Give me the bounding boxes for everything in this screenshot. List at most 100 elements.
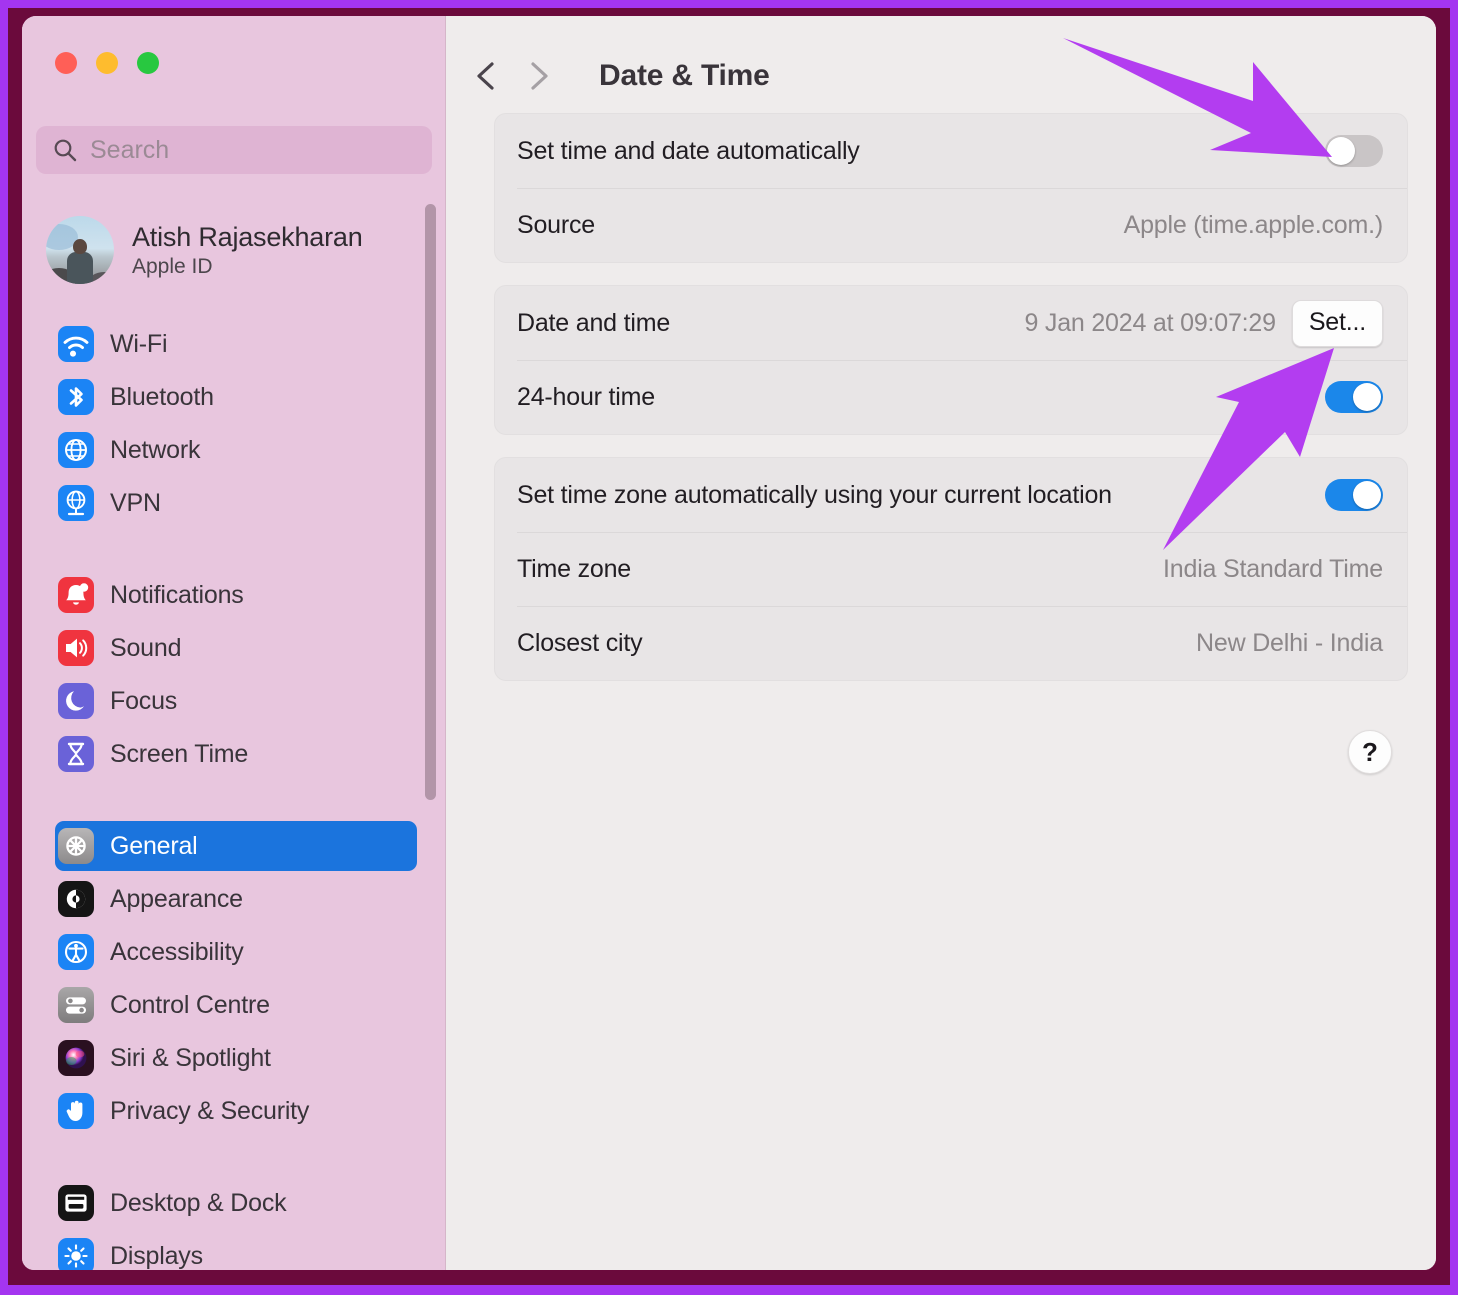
row-time-zone[interactable]: Time zone India Standard Time (495, 532, 1407, 606)
time-zone-value: India Standard Time (1163, 554, 1383, 583)
sidebar-item-label: Displays (110, 1241, 203, 1270)
row-set-time-automatically[interactable]: Set time and date automatically (495, 114, 1407, 188)
set-time-automatically-toggle[interactable] (1325, 135, 1383, 167)
sidebar-item-wi-fi[interactable]: Wi-Fi (55, 319, 417, 369)
search-icon (52, 137, 78, 163)
sidebar-item-label: Accessibility (110, 937, 244, 966)
help-button[interactable]: ? (1348, 730, 1392, 774)
gear-icon (58, 828, 94, 864)
24-hour-time-toggle[interactable] (1325, 381, 1383, 413)
sidebar-scrollbar[interactable] (425, 204, 436, 800)
row-label: Source (517, 210, 596, 239)
date-time-card: Date and time 9 Jan 2024 at 09:07:29 Set… (494, 285, 1408, 435)
sidebar-item-label: Network (110, 435, 201, 464)
network-globe-icon (58, 432, 94, 468)
sidebar-item-notifications[interactable]: Notifications (55, 570, 417, 620)
wifi-icon (58, 326, 94, 362)
sidebar-item-bluetooth[interactable]: Bluetooth (55, 372, 417, 422)
nav-group-separator (22, 782, 446, 818)
speaker-icon (58, 630, 94, 666)
sidebar-nav: Wi-Fi Bluetooth Network VPN Notifications Sou… (22, 316, 446, 1270)
sidebar-item-general[interactable]: General (55, 821, 417, 871)
sidebar-item-label: Wi-Fi (110, 329, 168, 358)
row-24-hour-time[interactable]: 24-hour time (495, 360, 1407, 434)
auto-time-zone-toggle[interactable] (1325, 479, 1383, 511)
brightness-icon (58, 1238, 94, 1270)
hand-icon (58, 1093, 94, 1129)
sidebar-item-label: Control Centre (110, 990, 270, 1019)
nav-group: General Appearance Accessibility Control Ce… (22, 821, 446, 1136)
sidebar-item-displays[interactable]: Displays (55, 1231, 417, 1270)
control-centre-icon (58, 987, 94, 1023)
row-closest-city[interactable]: Closest city New Delhi - India (495, 606, 1407, 680)
sidebar-item-desktop-dock[interactable]: Desktop & Dock (55, 1178, 417, 1228)
main-content: Date & Time Set time and date automatica… (446, 16, 1436, 1270)
toolbar: Date & Time (446, 16, 1436, 102)
set-button[interactable]: Set... (1291, 299, 1383, 347)
sidebar-item-label: Bluetooth (110, 382, 214, 411)
nav-group: Wi-Fi Bluetooth Network VPN (22, 319, 446, 528)
sidebar-item-vpn[interactable]: VPN (55, 478, 417, 528)
row-label: Time zone (517, 554, 631, 583)
closest-city-value: New Delhi - India (1196, 628, 1383, 657)
chevron-left-icon[interactable] (473, 59, 499, 93)
sidebar-item-label: Siri & Spotlight (110, 1043, 271, 1072)
minimize-button[interactable] (96, 52, 118, 74)
system-settings-window: Atish Rajasekharan Apple ID Wi-Fi Bluetoo… (22, 16, 1436, 1270)
sidebar-item-label: General (110, 831, 198, 860)
account-name: Atish Rajasekharan (132, 221, 363, 252)
row-label: 24-hour time (517, 382, 655, 411)
row-source[interactable]: Source Apple (time.apple.com.) (495, 188, 1407, 262)
moon-icon (58, 683, 94, 719)
sidebar-item-label: Privacy & Security (110, 1096, 310, 1125)
row-label: Set time zone automatically using your c… (517, 480, 1112, 509)
sidebar: Atish Rajasekharan Apple ID Wi-Fi Bluetoo… (22, 16, 446, 1270)
hourglass-icon (58, 736, 94, 772)
sidebar-item-label: Desktop & Dock (110, 1188, 287, 1217)
desktop-dock-icon (58, 1185, 94, 1221)
siri-icon (58, 1040, 94, 1076)
source-value: Apple (time.apple.com.) (1123, 210, 1384, 239)
sidebar-item-sound[interactable]: Sound (55, 623, 417, 673)
time-zone-card: Set time zone automatically using your c… (494, 457, 1408, 681)
nav-group-separator (22, 1139, 446, 1175)
screenshot-frame: Atish Rajasekharan Apple ID Wi-Fi Bluetoo… (0, 0, 1458, 1295)
apple-id-account-row[interactable]: Atish Rajasekharan Apple ID (46, 216, 426, 284)
accessibility-icon (58, 934, 94, 970)
sidebar-item-label: Focus (110, 686, 178, 715)
sidebar-item-siri-spotlight[interactable]: Siri & Spotlight (55, 1033, 417, 1083)
sidebar-item-label: VPN (110, 488, 161, 517)
row-date-and-time[interactable]: Date and time 9 Jan 2024 at 09:07:29 Set… (495, 286, 1407, 360)
row-label: Set time and date automatically (517, 136, 860, 165)
sidebar-item-privacy-security[interactable]: Privacy & Security (55, 1086, 417, 1136)
sidebar-item-focus[interactable]: Focus (55, 676, 417, 726)
row-label: Date and time (517, 308, 671, 337)
search-field[interactable] (36, 126, 432, 174)
sidebar-item-label: Appearance (110, 884, 243, 913)
row-label: Closest city (517, 628, 643, 657)
avatar (46, 216, 114, 284)
vpn-globe-icon (58, 485, 94, 521)
sidebar-item-label: Screen Time (110, 739, 249, 768)
nav-group-separator (22, 531, 446, 567)
close-button[interactable] (55, 52, 77, 74)
search-input[interactable] (90, 135, 390, 165)
auto-time-card: Set time and date automatically Source A… (494, 113, 1408, 263)
bell-icon (58, 577, 94, 613)
maximize-button[interactable] (137, 52, 159, 74)
bluetooth-icon (58, 379, 94, 415)
window-controls (55, 52, 159, 74)
sidebar-item-control-centre[interactable]: Control Centre (55, 980, 417, 1030)
date-time-value: 9 Jan 2024 at 09:07:29 (1024, 308, 1276, 337)
row-auto-time-zone[interactable]: Set time zone automatically using your c… (495, 458, 1407, 532)
chevron-right-icon[interactable] (525, 59, 551, 93)
sidebar-item-appearance[interactable]: Appearance (55, 874, 417, 924)
sidebar-item-accessibility[interactable]: Accessibility (55, 927, 417, 977)
page-title: Date & Time (599, 59, 770, 92)
nav-group: Desktop & Dock Displays (22, 1178, 446, 1270)
sidebar-item-screen-time[interactable]: Screen Time (55, 729, 417, 779)
appearance-icon (58, 881, 94, 917)
sidebar-item-label: Notifications (110, 580, 244, 609)
sidebar-item-network[interactable]: Network (55, 425, 417, 475)
nav-group: Notifications Sound Focus Screen Time (22, 570, 446, 779)
